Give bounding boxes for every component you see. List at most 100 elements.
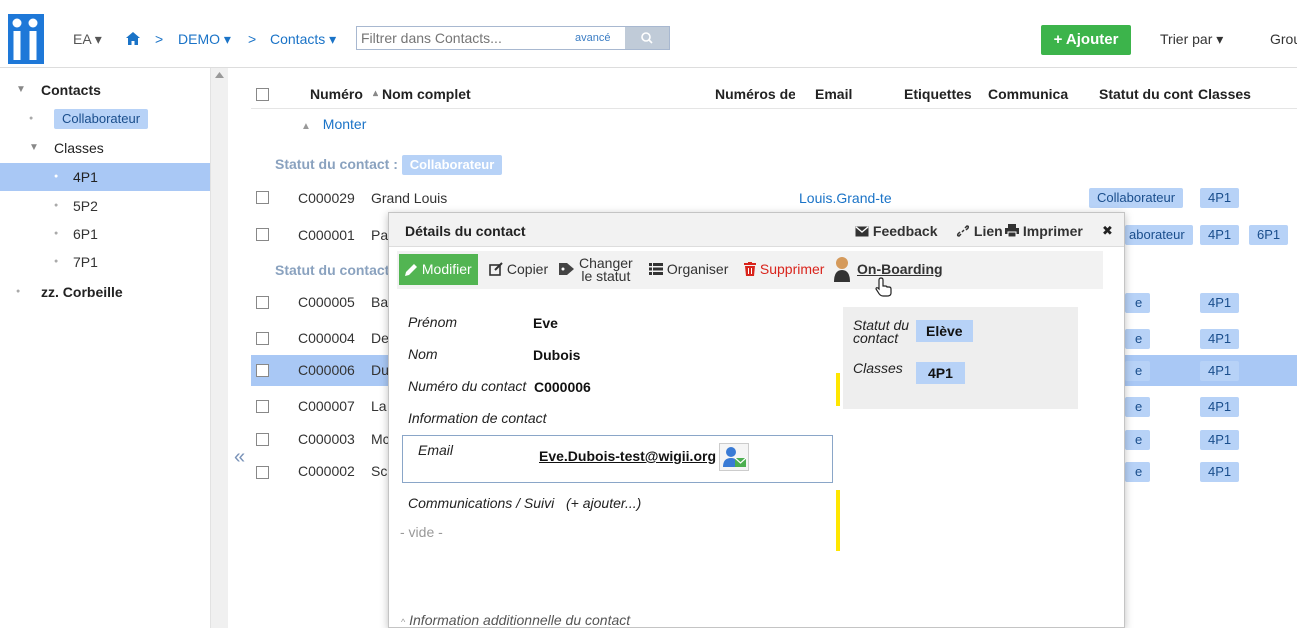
breadcrumb-contacts[interactable]: Contacts ▾ — [270, 31, 336, 48]
sidebar-item-7p1[interactable]: ● 7P1 — [0, 248, 210, 276]
sidebar-item-4p1[interactable]: ● 4P1 — [0, 163, 210, 191]
column-numeros[interactable]: Numéros de — [715, 86, 795, 102]
sidebar-item-5p2[interactable]: ● 5P2 — [0, 192, 210, 220]
modify-button[interactable]: Modifier — [399, 254, 478, 285]
close-icon[interactable]: ✖ — [1102, 223, 1113, 239]
row-checkbox[interactable] — [256, 433, 269, 446]
status-label: Statut du contact — [853, 317, 910, 346]
status-tag: e — [1125, 361, 1151, 381]
organise-button[interactable]: Organiser — [649, 261, 728, 277]
resize-handle[interactable] — [836, 490, 840, 551]
row-checkbox[interactable] — [256, 364, 269, 377]
status-tag: e — [1125, 329, 1151, 349]
breadcrumb-ea[interactable]: EA ▾ — [73, 31, 102, 48]
copy-button[interactable]: Copier — [489, 261, 548, 277]
column-email[interactable]: Email — [815, 86, 852, 102]
class-tag: 4P1 — [1200, 329, 1240, 349]
column-statut[interactable]: Statut du conta — [1099, 86, 1193, 102]
pencil-icon — [405, 264, 417, 276]
status-tag: aborateur — [1125, 225, 1193, 245]
advanced-filter-link[interactable]: avancé — [575, 32, 610, 44]
feedback-link[interactable]: Feedback — [855, 223, 937, 239]
cell-name: Sc — [371, 463, 388, 479]
row-checkbox[interactable] — [256, 466, 269, 479]
class-tag: 4P1 — [1200, 188, 1240, 208]
table-row[interactable]: C000029 Grand Louis Louis.Grand-te Colla… — [251, 184, 1297, 212]
additional-info-toggle[interactable]: ^ Information additionnelle du contact — [401, 612, 630, 628]
hand-cursor-icon — [875, 277, 892, 297]
sidebar-item-label: Classes — [54, 140, 104, 156]
row-checkbox[interactable] — [256, 191, 269, 204]
sidebar-item-corbeille[interactable]: ● zz. Corbeille — [0, 278, 210, 306]
firstname-value: Eve — [533, 315, 558, 331]
collapse-sidebar-icon[interactable]: « — [234, 446, 245, 469]
group-header: Statut du contact — [275, 262, 390, 278]
cell-number: C000005 — [298, 294, 355, 310]
filter-search-button[interactable] — [625, 27, 669, 49]
status-tag: e — [1125, 293, 1151, 313]
communications-label: Communications / Suivi — [408, 495, 555, 511]
link-link[interactable]: Lien — [956, 223, 1003, 239]
row-checkbox[interactable] — [256, 296, 269, 309]
column-classes[interactable]: Classes — [1198, 86, 1251, 102]
app-logo[interactable] — [8, 14, 44, 64]
sidebar-item-label: Collaborateur — [54, 109, 149, 129]
cell-name: De — [371, 330, 389, 346]
sidebar-item-classes[interactable]: ▼ Classes — [0, 134, 210, 162]
column-nom-complet[interactable]: Nom complet — [382, 86, 471, 102]
sidebar-scrollbar[interactable] — [210, 68, 228, 628]
contact-info-label: Information de contact — [408, 410, 547, 426]
group-dropdown[interactable]: Grou — [1270, 31, 1297, 47]
class-tag: 4P1 — [1200, 293, 1240, 313]
onboarding-button[interactable]: On-Boarding — [857, 261, 943, 277]
add-communication-link[interactable]: (+ ajouter...) — [566, 495, 641, 511]
select-all-checkbox[interactable] — [256, 88, 269, 101]
sidebar-item-6p1[interactable]: ● 6P1 — [0, 220, 210, 248]
column-communications[interactable]: Communica — [988, 86, 1084, 102]
column-numero[interactable]: Numéro — [310, 86, 363, 102]
cell-name: Du — [371, 362, 389, 378]
resize-handle[interactable] — [836, 373, 840, 406]
home-icon[interactable] — [126, 32, 140, 45]
status-tag: Collaborateur — [1089, 188, 1184, 208]
class-tag: 4P1 — [1200, 462, 1240, 482]
expand-arrow-icon[interactable]: ▼ — [16, 76, 26, 104]
change-status-button[interactable]: Changer le statut — [579, 256, 633, 283]
cell-email[interactable]: Louis.Grand-te — [799, 190, 892, 206]
sort-dropdown[interactable]: Trier par ▾ — [1160, 31, 1223, 48]
cell-name: Pa — [371, 227, 389, 243]
contact-email-icon — [723, 447, 747, 467]
email-group: Email Eve.Dubois-test@wigii.org — [402, 435, 833, 483]
filter-box: avancé — [356, 26, 670, 50]
cell-name: La — [371, 398, 387, 414]
sidebar-item-label: 7P1 — [73, 254, 98, 270]
classes-label: Classes — [853, 360, 903, 376]
cell-name: Ba — [371, 294, 389, 310]
breadcrumb-separator: > — [155, 31, 164, 47]
print-link[interactable]: Imprimer — [1005, 223, 1083, 239]
go-up-link[interactable]: ▲ Monter — [301, 116, 366, 132]
top-bar: EA ▾ > DEMO ▾ > Contacts ▾ avancé + Ajou… — [0, 0, 1297, 68]
expand-arrow-icon[interactable]: ▼ — [29, 134, 39, 162]
row-checkbox[interactable] — [256, 400, 269, 413]
lastname-value: Dubois — [533, 347, 581, 363]
breadcrumb-demo[interactable]: DEMO ▾ — [178, 31, 231, 48]
class-tag: 4P1 — [1200, 225, 1240, 245]
delete-button[interactable]: Supprimer — [744, 261, 824, 277]
add-button[interactable]: + Ajouter — [1041, 25, 1131, 55]
column-etiquettes[interactable]: Etiquettes — [904, 86, 972, 102]
link-icon — [956, 225, 970, 237]
sidebar-item-label: zz. Corbeille — [41, 284, 123, 300]
dialog-title: Détails du contact — [405, 223, 526, 239]
printer-icon — [1005, 224, 1019, 238]
sidebar-item-collaborateur[interactable]: ● Collaborateur — [0, 105, 210, 133]
status-tag: e — [1125, 430, 1151, 450]
email-value-link[interactable]: Eve.Dubois-test@wigii.org — [539, 448, 716, 464]
sidebar-item-contacts[interactable]: ▼ Contacts — [0, 76, 210, 104]
firstname-label: Prénom — [408, 314, 458, 330]
row-checkbox[interactable] — [256, 228, 269, 241]
row-checkbox[interactable] — [256, 332, 269, 345]
cell-name: Grand Louis — [371, 190, 448, 206]
send-email-button[interactable] — [719, 443, 749, 471]
scroll-up-icon[interactable] — [215, 72, 224, 78]
